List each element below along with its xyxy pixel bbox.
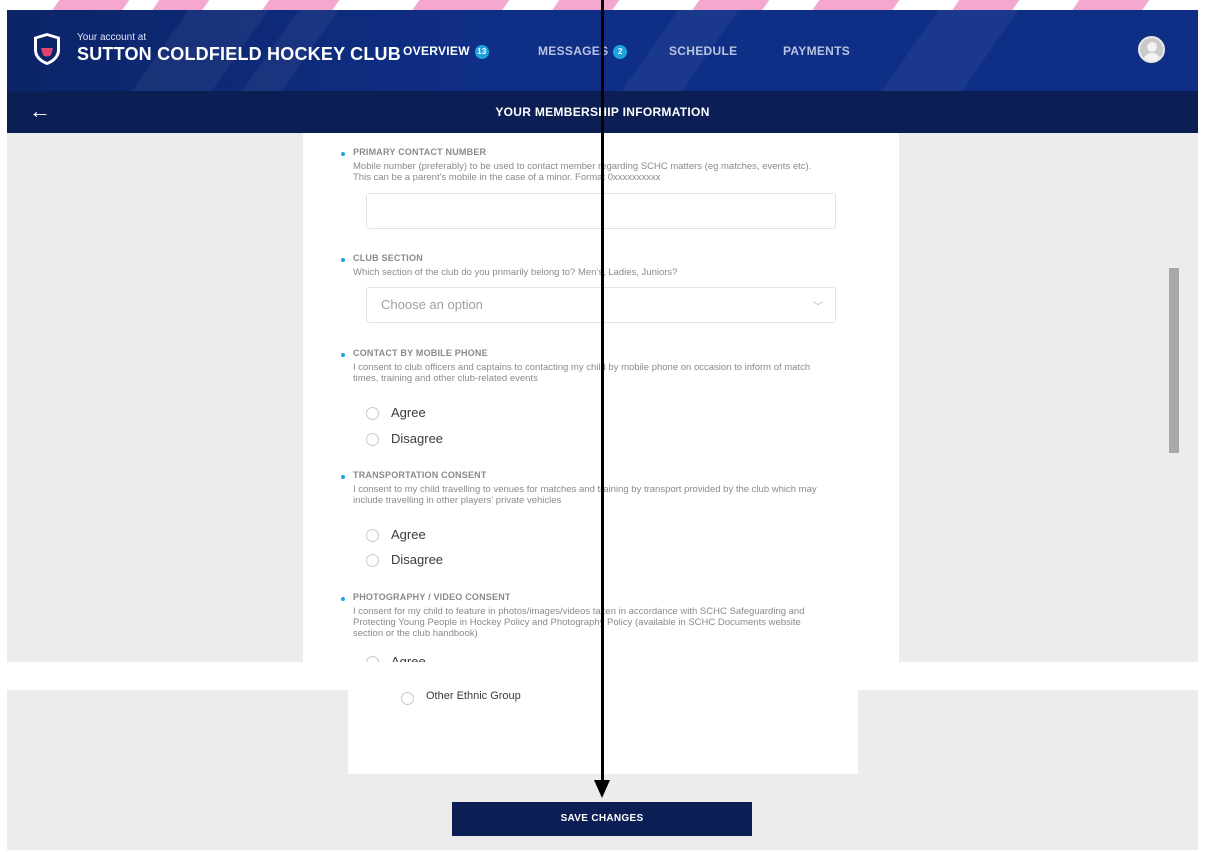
contact-mobile-field: CONTACT BY MOBILE PHONE I consent to clu…	[341, 348, 828, 384]
chevron-down-icon: ﹀	[813, 302, 823, 313]
annotation-arrow-head-icon	[594, 780, 610, 798]
radio-circle-icon	[401, 692, 414, 705]
overview-count-badge: 13	[474, 45, 489, 59]
primary-contact-label: PRIMARY CONTACT NUMBER	[353, 147, 487, 157]
club-crest-icon	[34, 33, 60, 65]
primary-contact-description: Mobile number (preferably) to be used to…	[353, 161, 812, 183]
annotation-arrow-line	[601, 0, 604, 790]
photography-field: PHOTOGRAPHY / VIDEO CONSENT I consent fo…	[341, 592, 828, 639]
club-section-description: Which section of the club do you primari…	[353, 267, 678, 278]
transportation-field: TRANSPORTATION CONSENT I consent to my c…	[341, 470, 828, 506]
nav-payments-label: PAYMENTS	[783, 44, 851, 58]
radio-label: Disagree	[391, 431, 444, 446]
radio-label: Agree	[391, 405, 426, 420]
account-prefix: Your account at	[77, 32, 147, 43]
scrollbar[interactable]	[1168, 133, 1198, 662]
radio-label: Disagree	[391, 552, 444, 567]
club-section-field: CLUB SECTION Which section of the club d…	[341, 253, 828, 278]
required-dot	[341, 475, 345, 479]
radio-circle-icon	[366, 529, 379, 542]
photography-label: PHOTOGRAPHY / VIDEO CONSENT	[353, 592, 511, 602]
club-section-placeholder: Choose an option	[381, 297, 483, 312]
scrollbar-thumb[interactable]	[1169, 268, 1179, 453]
required-dot	[341, 597, 345, 601]
radio-label: Other Ethnic Group	[426, 690, 521, 702]
radio-label: Agree	[391, 527, 426, 542]
contact-mobile-description: I consent to club officers and captains …	[353, 362, 811, 384]
required-dot	[341, 353, 345, 357]
radio-label: Agree	[391, 654, 426, 662]
radio-circle-icon	[366, 554, 379, 567]
radio-circle-icon	[366, 407, 379, 420]
page: Your account at SUTTON COLDFIELD HOCKEY …	[0, 0, 1205, 852]
club-section-label: CLUB SECTION	[353, 253, 423, 263]
nav-overview[interactable]: OVERVIEW 13	[403, 44, 489, 59]
club-name: SUTTON COLDFIELD HOCKEY CLUB	[77, 44, 401, 64]
transportation-label: TRANSPORTATION CONSENT	[353, 470, 487, 480]
transportation-description: I consent to my child travelling to venu…	[353, 484, 817, 506]
nav-overview-label: OVERVIEW	[403, 44, 470, 58]
nav-messages-label: MESSAGES	[538, 44, 609, 58]
nav-payments[interactable]: PAYMENTS	[783, 44, 850, 58]
primary-contact-field: PRIMARY CONTACT NUMBER Mobile number (pr…	[341, 147, 828, 183]
radio-circle-icon	[366, 656, 379, 662]
photography-description: I consent for my child to feature in pho…	[353, 606, 805, 639]
nav-messages[interactable]: MESSAGES 2	[538, 44, 628, 59]
required-dot	[341, 258, 345, 262]
radio-circle-icon	[366, 433, 379, 446]
contact-mobile-label: CONTACT BY MOBILE PHONE	[353, 348, 488, 358]
nav-schedule[interactable]: SCHEDULE	[669, 44, 737, 58]
messages-count-badge: 2	[613, 45, 628, 59]
required-dot	[341, 152, 345, 156]
save-changes-button[interactable]: SAVE CHANGES	[452, 802, 752, 836]
user-avatar[interactable]	[1138, 36, 1165, 63]
nav-schedule-label: SCHEDULE	[669, 44, 738, 58]
